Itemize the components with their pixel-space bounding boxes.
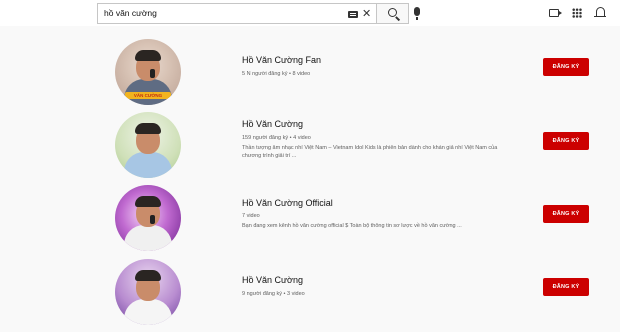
avatar-figure (124, 152, 172, 178)
channel-result[interactable]: Hồ Văn Cường 159 người đăng ký • 4 video… (63, 111, 599, 185)
avatar-hair (135, 270, 161, 281)
avatar-hair (135, 50, 161, 61)
subscribe-button[interactable]: ĐĂNG KÝ (543, 205, 589, 223)
channel-result[interactable]: Hồ Văn Cường 9 người đăng ký • 3 video Đ… (63, 258, 599, 332)
microphone-icon (150, 215, 155, 224)
avatar-caption: VĂN CƯỜNG (125, 92, 171, 99)
top-bar: hồ văn cường ✕ (0, 0, 620, 26)
search-button[interactable] (376, 3, 409, 24)
channel-avatar[interactable]: VĂN CƯỜNG (115, 39, 181, 105)
subscribe-button[interactable]: ĐĂNG KÝ (543, 58, 589, 76)
search-query-text: hồ văn cường (104, 8, 157, 18)
channel-result[interactable]: VĂN CƯỜNG Hồ Văn Cường Fan 5 N người đăn… (63, 38, 599, 112)
search-icon (388, 8, 397, 17)
channel-avatar[interactable] (115, 112, 181, 178)
channel-result[interactable]: Hồ Văn Cường Official 7 video Bạn đang x… (63, 184, 599, 258)
create-video-icon[interactable] (549, 9, 562, 17)
channel-name[interactable]: Hồ Văn Cường Fan (242, 55, 321, 65)
channel-name[interactable]: Hồ Văn Cường Official (242, 198, 333, 208)
channel-avatar[interactable] (115, 185, 181, 251)
channel-description: Bạn đang xem kênh hồ văn cường official … (242, 223, 462, 229)
subscribe-button[interactable]: ĐĂNG KÝ (543, 132, 589, 150)
mic-icon[interactable] (414, 7, 420, 20)
channel-description: Thần tượng âm nhạc nhí Việt Nam – Vietna… (242, 145, 498, 159)
channel-name[interactable]: Hồ Văn Cường (242, 119, 303, 129)
channel-meta: 9 người đăng ký • 3 video (242, 291, 305, 297)
avatar-figure (124, 299, 172, 325)
subscribe-button[interactable]: ĐĂNG KÝ (543, 278, 589, 296)
bell-icon[interactable] (594, 7, 606, 17)
close-icon[interactable]: ✕ (362, 7, 371, 21)
channel-name[interactable]: Hồ Văn Cường (242, 275, 303, 285)
apps-grid-icon[interactable] (572, 8, 582, 18)
keyboard-icon[interactable] (348, 11, 358, 18)
avatar-hair (135, 123, 161, 134)
channel-avatar[interactable] (115, 259, 181, 325)
channel-meta: 159 người đăng ký • 4 video (242, 135, 311, 141)
avatar-hair (135, 196, 161, 207)
microphone-icon (150, 69, 155, 78)
channel-meta: 7 video (242, 213, 260, 219)
avatar-figure (124, 225, 172, 251)
search-input[interactable]: hồ văn cường ✕ (97, 3, 376, 24)
channel-meta: 5 N người đăng ký • 8 video (242, 71, 311, 77)
search-bar: hồ văn cường ✕ (97, 3, 409, 24)
